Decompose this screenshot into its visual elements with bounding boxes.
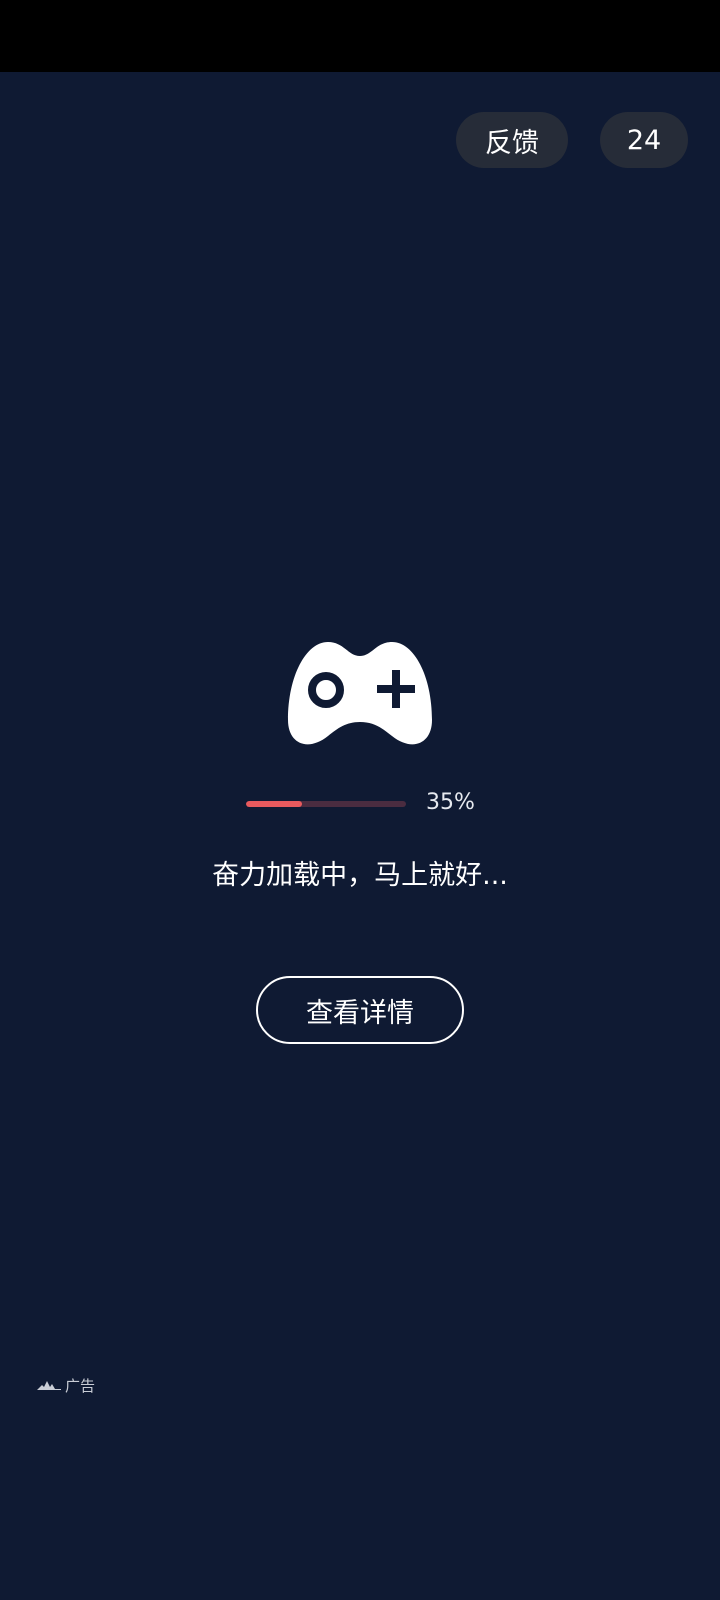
feedback-button[interactable]: 反馈 [456, 112, 568, 168]
ad-network-logo-icon [37, 1381, 61, 1390]
countdown-button[interactable]: 24 [600, 112, 688, 168]
ad-label: 广告 [65, 1376, 96, 1395]
view-details-label: 查看详情 [306, 997, 414, 1029]
countdown-value: 24 [626, 124, 662, 156]
loading-progress-percent: 35% [426, 790, 475, 815]
loading-message: 奋力加载中，马上就好... [212, 860, 508, 891]
loading-screen: 反馈 24 35% 奋力加载中，马上就好... 查看详情 广告 [0, 0, 720, 1600]
feedback-label: 反馈 [485, 127, 539, 159]
gamepad-icon [288, 642, 432, 745]
ad-badge: 广告 [36, 1374, 95, 1396]
loading-progress-bar [246, 801, 406, 807]
status-bar [0, 0, 720, 72]
view-details-button[interactable]: 查看详情 [256, 976, 464, 1044]
loading-progress-fill [246, 801, 302, 807]
